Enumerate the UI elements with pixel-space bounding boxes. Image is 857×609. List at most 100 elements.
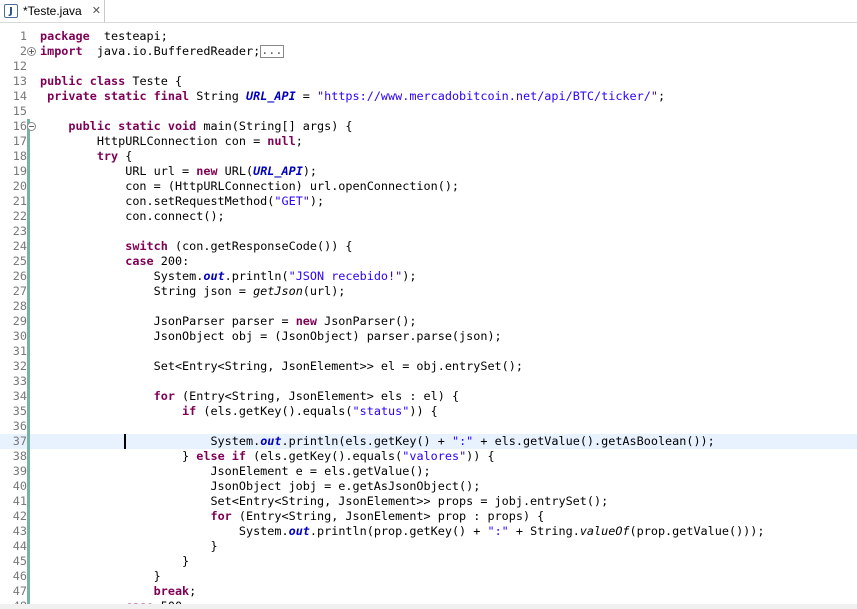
line-number: 35: [12, 404, 27, 418]
change-marker: [27, 449, 30, 464]
tab-teste-java[interactable]: J *Teste.java ✕: [0, 0, 105, 22]
code-text[interactable]: package testeapi;: [40, 29, 168, 44]
code-text[interactable]: }: [40, 569, 161, 584]
expand-fold-icon[interactable]: +: [27, 47, 36, 56]
change-marker: [27, 164, 30, 179]
change-marker: [27, 344, 30, 359]
code-line[interactable]: 27 String json = getJson(url);: [0, 284, 857, 299]
change-marker: [27, 194, 30, 209]
line-number: 32: [12, 359, 27, 373]
code-text[interactable]: }: [40, 539, 217, 554]
code-line[interactable]: 33: [0, 374, 857, 389]
code-line[interactable]: 45 }: [0, 554, 857, 569]
code-line[interactable]: 38 } else if (els.getKey().equals("valor…: [0, 449, 857, 464]
code-text[interactable]: String json = getJson(url);: [40, 284, 346, 299]
code-text[interactable]: con.connect();: [40, 209, 224, 224]
line-number: 40: [12, 479, 27, 493]
code-line[interactable]: 15: [0, 104, 857, 119]
code-line[interactable]: 42 for (Entry<String, JsonElement> prop …: [0, 509, 857, 524]
folded-imports-icon[interactable]: ...: [260, 44, 284, 58]
code-line[interactable]: 13 public class Teste {: [0, 74, 857, 89]
code-text[interactable]: public class Teste {: [40, 74, 182, 89]
line-number: 46: [12, 569, 27, 583]
code-line[interactable]: 43 System.out.println(prop.getKey() + ":…: [0, 524, 857, 539]
code-line[interactable]: 12: [0, 59, 857, 74]
code-line[interactable]: 19 URL url = new URL(URL_API);: [0, 164, 857, 179]
code-editor[interactable]: 1 package testeapi; 2 + import java.io.Buffe…: [0, 23, 857, 609]
code-line[interactable]: 20 con = (HttpURLConnection) url.openCon…: [0, 179, 857, 194]
code-text[interactable]: for (Entry<String, JsonElement> els : el…: [40, 389, 459, 404]
code-line[interactable]: 16− public static void main(String[] arg…: [0, 119, 857, 134]
code-text[interactable]: Set<Entry<String, JsonElement>> el = obj…: [40, 359, 523, 374]
code-line[interactable]: 18 try {: [0, 149, 857, 164]
code-text[interactable]: } else if (els.getKey().equals("valores"…: [40, 449, 495, 464]
code-line[interactable]: 23: [0, 224, 857, 239]
horizontal-scrollbar[interactable]: [0, 604, 857, 609]
code-text[interactable]: public static void main(String[] args) {: [40, 119, 352, 134]
close-icon[interactable]: ✕: [92, 0, 101, 22]
line-number: 15: [12, 104, 27, 118]
change-marker: [27, 359, 30, 374]
code-text[interactable]: try {: [40, 149, 133, 164]
code-line[interactable]: 24 switch (con.getResponseCode()) {: [0, 239, 857, 254]
code-text[interactable]: import java.io.BufferedReader;...: [40, 44, 284, 59]
code-line[interactable]: 29 JsonParser parser = new JsonParser();: [0, 314, 857, 329]
change-marker: [27, 329, 30, 344]
code-text[interactable]: JsonParser parser = new JsonParser();: [40, 314, 417, 329]
code-line[interactable]: 34 for (Entry<String, JsonElement> els :…: [0, 389, 857, 404]
code-text[interactable]: for (Entry<String, JsonElement> prop : p…: [40, 509, 544, 524]
code-text[interactable]: case 200:: [40, 254, 189, 269]
code-text[interactable]: if (els.getKey().equals("status")) {: [40, 404, 438, 419]
code-line[interactable]: 39 JsonElement e = els.getValue();: [0, 464, 857, 479]
collapse-fold-icon[interactable]: −: [27, 122, 36, 131]
code-text[interactable]: System.out.println(els.getKey() + ":" + …: [40, 434, 714, 449]
code-line[interactable]: 28: [0, 299, 857, 314]
line-number: 47: [12, 584, 27, 598]
code-text[interactable]: JsonObject obj = (JsonObject) parser.par…: [40, 329, 502, 344]
code-text[interactable]: }: [40, 554, 189, 569]
code-text[interactable]: System.out.println(prop.getKey() + ":" +…: [40, 524, 765, 539]
change-marker: [27, 179, 30, 194]
line-number: 31: [12, 344, 27, 358]
current-line[interactable]: 37 System.out.println(els.getKey() + ":"…: [0, 434, 857, 449]
code-line[interactable]: 36: [0, 419, 857, 434]
code-text[interactable]: switch (con.getResponseCode()) {: [40, 239, 352, 254]
code-text[interactable]: System.out.println("JSON recebido!");: [40, 269, 417, 284]
change-marker: [27, 434, 30, 449]
code-line[interactable]: 2 + import java.io.BufferedReader;...: [0, 44, 857, 59]
line-number: 29: [12, 314, 27, 328]
code-text[interactable]: private static final String URL_API = "h…: [40, 89, 665, 104]
code-line[interactable]: 32 Set<Entry<String, JsonElement>> el = …: [0, 359, 857, 374]
line-number: 36: [12, 419, 27, 433]
code-line[interactable]: 25 case 200:: [0, 254, 857, 269]
code-line[interactable]: 14 private static final String URL_API =…: [0, 89, 857, 104]
code-text[interactable]: URL url = new URL(URL_API);: [40, 164, 317, 179]
line-number: 24: [12, 239, 27, 253]
line-number: 21: [12, 194, 27, 208]
code-text[interactable]: con = (HttpURLConnection) url.openConnec…: [40, 179, 459, 194]
code-line[interactable]: 26 System.out.println("JSON recebido!");: [0, 269, 857, 284]
line-number: 25: [12, 254, 27, 268]
code-line[interactable]: 1 package testeapi;: [0, 29, 857, 44]
code-line[interactable]: 44 }: [0, 539, 857, 554]
code-text[interactable]: con.setRequestMethod("GET");: [40, 194, 324, 209]
line-number: 41: [12, 494, 27, 508]
code-line[interactable]: 21 con.setRequestMethod("GET");: [0, 194, 857, 209]
code-text[interactable]: JsonObject jobj = e.getAsJsonObject();: [40, 479, 480, 494]
code-line[interactable]: 46 }: [0, 569, 857, 584]
code-line[interactable]: 31: [0, 344, 857, 359]
code-text[interactable]: JsonElement e = els.getValue();: [40, 464, 430, 479]
line-number: 23: [12, 224, 27, 238]
code-text[interactable]: HttpURLConnection con = null;: [40, 134, 303, 149]
code-line[interactable]: 17 HttpURLConnection con = null;: [0, 134, 857, 149]
code-line[interactable]: 47 break;: [0, 584, 857, 599]
code-line[interactable]: 35 if (els.getKey().equals("status")) {: [0, 404, 857, 419]
code-line[interactable]: 22 con.connect();: [0, 209, 857, 224]
code-text[interactable]: Set<Entry<String, JsonElement>> props = …: [40, 494, 608, 509]
code-text[interactable]: break;: [40, 584, 197, 599]
change-marker: [27, 299, 30, 314]
code-line[interactable]: 30 JsonObject obj = (JsonObject) parser.…: [0, 329, 857, 344]
code-line[interactable]: 41 Set<Entry<String, JsonElement>> props…: [0, 494, 857, 509]
code-line[interactable]: 40 JsonObject jobj = e.getAsJsonObject()…: [0, 479, 857, 494]
line-number: 39: [12, 464, 27, 478]
